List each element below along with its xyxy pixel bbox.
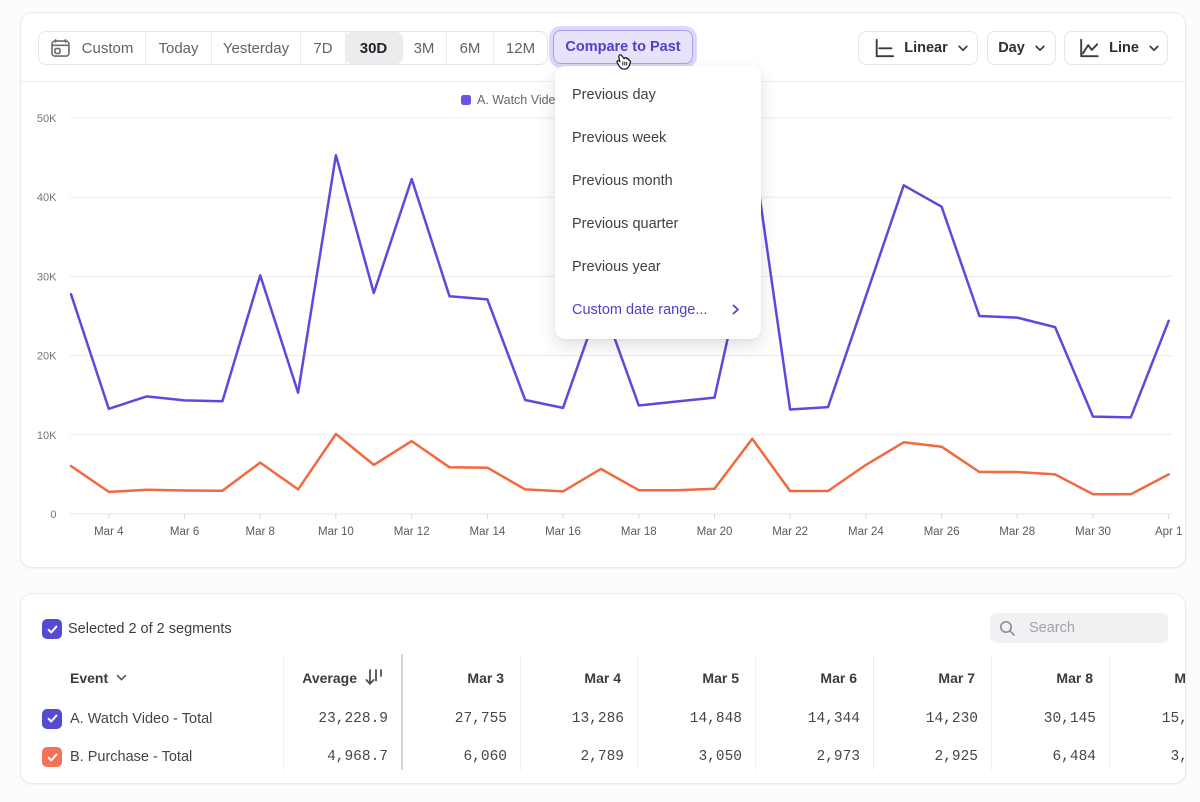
svg-text:50K: 50K <box>37 113 57 125</box>
svg-text:Mar 14: Mar 14 <box>470 526 506 538</box>
svg-text:0: 0 <box>50 509 56 521</box>
svg-text:Mar 28: Mar 28 <box>999 526 1035 538</box>
svg-text:Apr 1: Apr 1 <box>1155 526 1183 538</box>
svg-text:Mar 30: Mar 30 <box>1075 526 1111 538</box>
svg-text:Mar 20: Mar 20 <box>697 526 733 538</box>
svg-text:Mar 22: Mar 22 <box>772 526 808 538</box>
svg-text:Mar 6: Mar 6 <box>170 526 199 538</box>
svg-text:30K: 30K <box>37 271 57 283</box>
svg-text:10K: 10K <box>37 430 57 442</box>
svg-text:20K: 20K <box>37 351 57 363</box>
svg-text:Mar 18: Mar 18 <box>621 526 657 538</box>
svg-text:Mar 12: Mar 12 <box>394 526 430 538</box>
svg-text:40K: 40K <box>37 192 57 204</box>
svg-text:Mar 24: Mar 24 <box>848 526 884 538</box>
svg-text:Mar 8: Mar 8 <box>245 526 274 538</box>
svg-text:Mar 16: Mar 16 <box>545 526 581 538</box>
svg-text:Mar 10: Mar 10 <box>318 526 354 538</box>
svg-text:Mar 4: Mar 4 <box>94 526 124 538</box>
svg-text:Mar 26: Mar 26 <box>924 526 960 538</box>
